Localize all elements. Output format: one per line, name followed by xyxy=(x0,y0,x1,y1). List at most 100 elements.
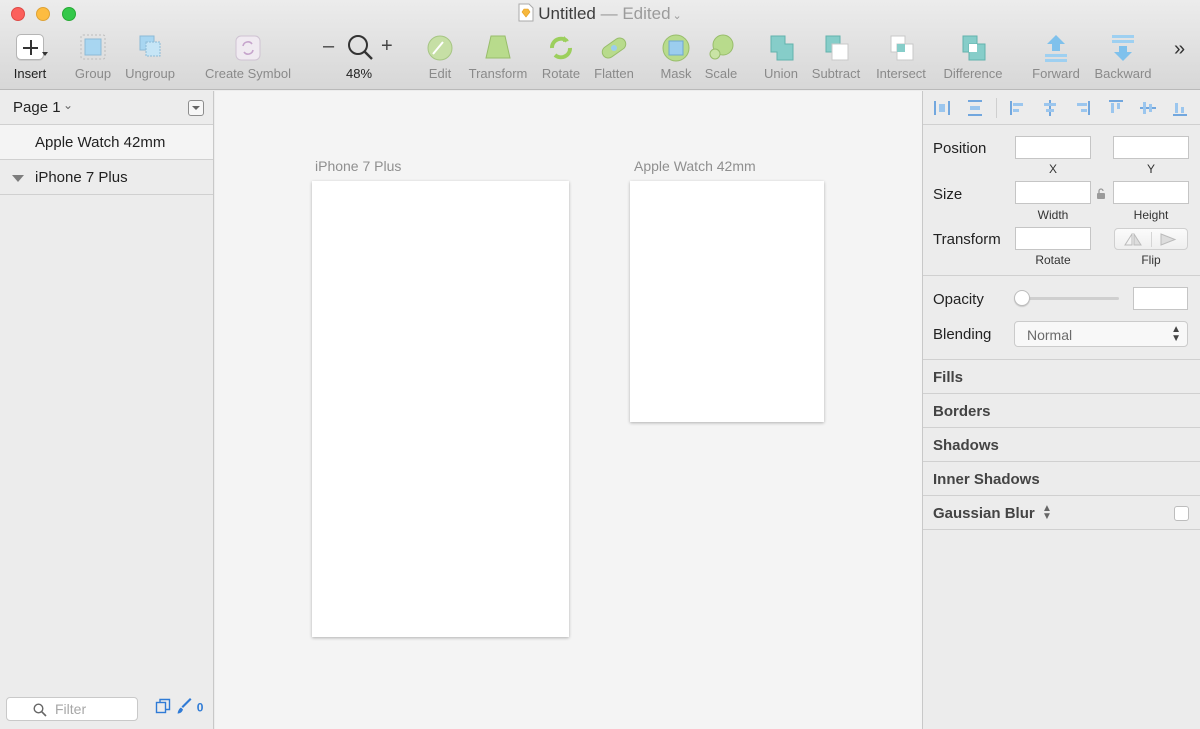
distribute-horizontal-icon[interactable] xyxy=(933,99,951,117)
gaussian-blur-checkbox[interactable] xyxy=(1174,506,1189,521)
shadows-section[interactable]: Shadows xyxy=(923,428,1200,462)
zoom-out-button[interactable]: – xyxy=(323,36,334,56)
blur-type-selector-icon[interactable]: ▲ ▼ xyxy=(1042,504,1052,522)
edit-label: Edit xyxy=(428,66,452,81)
align-top-icon[interactable] xyxy=(1107,99,1125,117)
position-label: Position xyxy=(933,140,987,157)
opacity-slider-knob[interactable] xyxy=(1014,290,1030,306)
ungroup-button[interactable]: Ungroup xyxy=(122,32,178,81)
collapse-pages-icon[interactable] xyxy=(188,100,204,116)
plus-icon xyxy=(10,32,50,64)
transform-icon xyxy=(464,32,532,64)
lock-ratio-icon[interactable] xyxy=(1096,187,1106,205)
union-button[interactable]: Union xyxy=(760,32,802,81)
canvas[interactable]: iPhone 7 Plus Apple Watch 42mm xyxy=(215,91,922,729)
edit-button[interactable]: Edit xyxy=(422,32,458,81)
scale-label: Scale xyxy=(704,66,738,81)
y-input[interactable] xyxy=(1113,136,1189,159)
flip-horizontal-icon[interactable] xyxy=(1124,232,1142,251)
magnifier-icon xyxy=(340,32,378,64)
filter-input[interactable] xyxy=(55,700,135,718)
inner-shadows-section[interactable]: Inner Shadows xyxy=(923,462,1200,496)
flatten-button[interactable]: Flatten xyxy=(590,32,638,81)
zoom-level: 48% xyxy=(345,66,373,81)
align-bottom-icon[interactable] xyxy=(1171,99,1189,117)
toolbar-overflow-button[interactable]: » xyxy=(1174,38,1185,61)
opacity-input[interactable] xyxy=(1133,287,1188,310)
brush-icon[interactable] xyxy=(177,698,193,717)
align-center-horizontal-icon[interactable] xyxy=(1041,99,1059,117)
document-name: Untitled xyxy=(538,4,596,23)
blending-value: Normal xyxy=(1027,327,1073,343)
width-input[interactable] xyxy=(1015,181,1091,204)
forward-button[interactable]: Forward xyxy=(1028,32,1084,81)
backward-label: Backward xyxy=(1094,66,1152,81)
difference-button[interactable]: Difference xyxy=(938,32,1008,81)
distribute-vertical-icon[interactable] xyxy=(966,99,984,117)
layer-filter[interactable] xyxy=(6,697,138,721)
rotate-input[interactable] xyxy=(1015,227,1091,250)
edit-count: 0 xyxy=(196,700,204,715)
intersect-button[interactable]: Intersect xyxy=(872,32,930,81)
page-selector[interactable]: Page 1 ⌄ xyxy=(0,91,213,125)
rotate-label: Rotate xyxy=(1035,253,1071,267)
group-icon xyxy=(72,32,114,64)
mask-button[interactable]: Mask xyxy=(657,32,695,81)
chevron-down-icon: ⌄ xyxy=(63,98,74,112)
chevron-down-icon: ⌄ xyxy=(672,10,682,22)
subtract-label: Subtract xyxy=(811,66,861,81)
create-symbol-label: Create Symbol xyxy=(205,66,291,81)
symbol-icon xyxy=(200,32,296,64)
align-middle-vertical-icon[interactable] xyxy=(1139,99,1157,117)
artboard-apple-watch[interactable] xyxy=(630,181,824,422)
blending-select[interactable]: Normal ▲ ▼ xyxy=(1014,321,1188,347)
layer-row-iphone[interactable]: iPhone 7 Plus xyxy=(0,160,213,195)
x-input[interactable] xyxy=(1015,136,1091,159)
gaussian-blur-section[interactable]: Gaussian Blur ▲ ▼ xyxy=(923,496,1200,530)
rotate-button[interactable]: Rotate xyxy=(538,32,584,81)
union-icon xyxy=(760,32,802,64)
opacity-slider-track[interactable] xyxy=(1023,297,1119,300)
difference-label: Difference xyxy=(943,66,1003,81)
align-left-icon[interactable] xyxy=(1009,99,1027,117)
fills-title: Fills xyxy=(933,369,964,386)
insert-button[interactable]: Insert xyxy=(10,32,50,81)
union-label: Union xyxy=(764,66,798,81)
duplicate-icon[interactable] xyxy=(155,698,171,717)
zoom-in-button[interactable]: + xyxy=(381,36,393,56)
transform-button[interactable]: Transform xyxy=(464,32,532,81)
height-input[interactable] xyxy=(1113,181,1189,204)
backward-button[interactable]: Backward xyxy=(1090,32,1156,81)
window-title[interactable]: Untitled — Edited ⌄ xyxy=(0,3,1200,28)
sidebar-footer-icons: 0 xyxy=(155,698,203,717)
bring-forward-icon xyxy=(1028,32,1084,64)
artboard-label-iphone[interactable]: iPhone 7 Plus xyxy=(315,158,401,174)
insert-label: Insert xyxy=(13,66,47,81)
difference-icon xyxy=(938,32,1008,64)
size-label: Size xyxy=(933,186,963,203)
create-symbol-button[interactable]: Create Symbol xyxy=(200,32,296,81)
fills-section[interactable]: Fills xyxy=(923,360,1200,394)
disclosure-triangle-icon[interactable] xyxy=(12,175,24,182)
height-label: Height xyxy=(1133,208,1169,222)
scale-icon xyxy=(702,32,740,64)
layer-label: iPhone 7 Plus xyxy=(35,169,128,186)
group-button[interactable]: Group xyxy=(72,32,114,81)
edit-shape-icon xyxy=(422,32,458,64)
search-icon xyxy=(33,703,47,720)
subtract-icon xyxy=(808,32,864,64)
sketch-document-icon xyxy=(518,3,534,28)
flip-label: Flip xyxy=(1141,253,1161,267)
align-right-icon[interactable] xyxy=(1073,99,1091,117)
ungroup-label: Ungroup xyxy=(125,66,175,81)
scale-button[interactable]: Scale xyxy=(702,32,740,81)
flip-vertical-icon[interactable] xyxy=(1159,233,1177,251)
artboard-label-apple-watch[interactable]: Apple Watch 42mm xyxy=(634,158,756,174)
artboard-iphone[interactable] xyxy=(312,181,569,637)
insert-caret-icon xyxy=(42,52,48,56)
borders-section[interactable]: Borders xyxy=(923,394,1200,428)
intersect-icon xyxy=(872,32,930,64)
mask-label: Mask xyxy=(660,66,692,81)
subtract-button[interactable]: Subtract xyxy=(808,32,864,81)
layer-row-apple-watch[interactable]: Apple Watch 42mm xyxy=(0,125,213,160)
